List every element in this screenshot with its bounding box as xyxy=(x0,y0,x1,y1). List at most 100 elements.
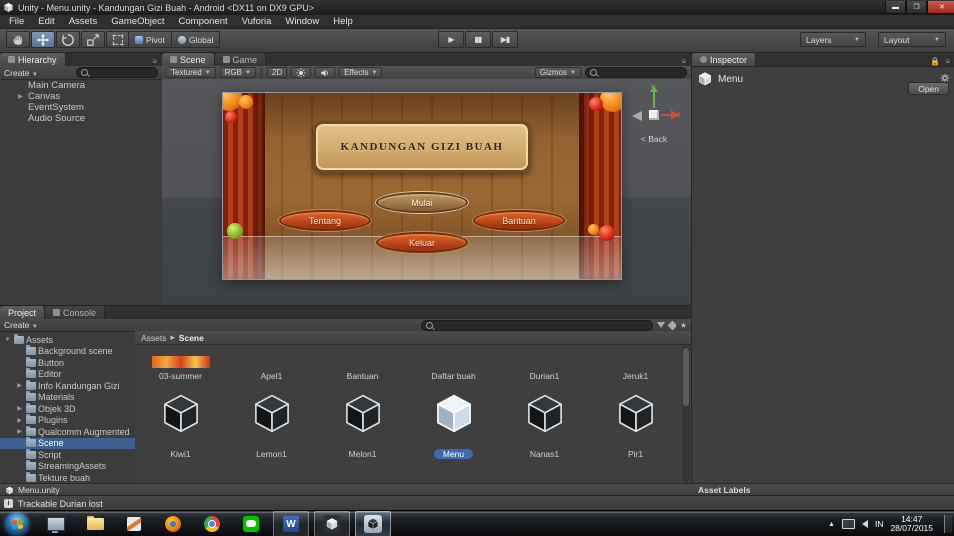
hand-tool-button[interactable] xyxy=(6,31,30,48)
asset-item[interactable]: Bantuan xyxy=(317,345,408,381)
expand-arrow-icon[interactable]: ▶ xyxy=(15,405,24,412)
gizmos-dropdown[interactable]: Gizmos ▼ xyxy=(534,67,581,78)
taskbar-chrome-button[interactable] xyxy=(195,512,229,536)
scene-orientation-gizmo[interactable]: y x < Back xyxy=(624,82,684,150)
tab-hierarchy[interactable]: Hierarchy xyxy=(0,53,66,66)
keluar-button[interactable]: Keluar xyxy=(376,232,468,253)
collapse-arrow-icon[interactable]: ▼ xyxy=(3,337,12,343)
hierarchy-item-main-camera[interactable]: Main Camera xyxy=(0,80,162,91)
x-axis-arrow-icon[interactable] xyxy=(661,110,679,120)
status-bar[interactable]: i Trackable Durian lost xyxy=(0,495,954,511)
2d-toggle-button[interactable]: 2D xyxy=(266,67,288,78)
scene-audio-toggle[interactable] xyxy=(315,67,336,78)
hierarchy-item-audio-source[interactable]: Audio Source xyxy=(0,113,162,124)
minimize-button[interactable]: ▬ xyxy=(885,1,906,14)
asset-item[interactable]: Daftar buah xyxy=(408,345,499,381)
breadcrumb-root[interactable]: Assets xyxy=(141,333,167,343)
pivot-toggle-button[interactable]: Pivot xyxy=(128,31,172,48)
tree-item-assets[interactable]: ▼ Assets xyxy=(0,333,135,346)
view-orientation-label[interactable]: < Back xyxy=(624,134,684,144)
pause-button[interactable]: ▮▮ xyxy=(465,31,491,48)
effects-dropdown[interactable]: Effects ▼ xyxy=(339,67,383,78)
tab-scene[interactable]: Scene xyxy=(162,53,215,66)
menu-vuforia[interactable]: Vuforia xyxy=(235,15,279,28)
menu-window[interactable]: Window xyxy=(278,15,326,28)
language-indicator[interactable]: IN xyxy=(875,519,884,529)
panel-menu-icon[interactable]: ≡ xyxy=(681,57,686,66)
scene-search-input[interactable] xyxy=(585,67,687,78)
asset-item[interactable]: Melon1 xyxy=(317,385,408,475)
tree-item[interactable]: ▶ Plugins xyxy=(0,414,135,427)
vertical-scrollbar[interactable] xyxy=(682,346,690,482)
show-desktop-button[interactable] xyxy=(944,515,952,533)
panel-menu-icon[interactable]: ≡ xyxy=(152,57,157,66)
render-channels-dropdown[interactable]: RGB ▼ xyxy=(219,67,256,78)
gizmo-cube-icon[interactable] xyxy=(649,110,659,120)
taskbar-firefox-button[interactable] xyxy=(156,512,190,536)
taskbar-app-button[interactable] xyxy=(355,511,391,536)
project-search-input[interactable] xyxy=(420,319,653,331)
close-button[interactable]: ✕ xyxy=(927,1,954,14)
tab-console[interactable]: Console xyxy=(45,306,106,319)
expand-arrow-icon[interactable]: ▶ xyxy=(15,382,24,389)
scale-tool-button[interactable] xyxy=(81,31,105,48)
hierarchy-search-input[interactable] xyxy=(76,67,158,78)
volume-tray-icon[interactable] xyxy=(861,520,868,528)
game-canvas-preview[interactable]: KANDUNGAN GIZI BUAH Mulai Tentang Bantua… xyxy=(222,92,622,280)
lock-icon[interactable]: 🔒 xyxy=(930,57,940,66)
tree-item[interactable]: StreamingAssets xyxy=(0,460,135,473)
play-button[interactable]: ▶ xyxy=(438,31,464,48)
asset-item[interactable]: Durian1 xyxy=(499,345,590,381)
asset-item[interactable]: 03-summer xyxy=(135,345,226,381)
tree-item[interactable]: ▶ Qualcomm Augmented xyxy=(0,425,135,438)
hidden-icons-arrow[interactable]: ▲ xyxy=(828,521,835,528)
taskbar-word-button[interactable]: W xyxy=(273,511,309,536)
y-axis-arrow-icon[interactable] xyxy=(650,86,658,108)
asset-item[interactable]: Nanas1 xyxy=(499,385,590,475)
rotate-tool-button[interactable] xyxy=(56,31,80,48)
taskbar-unity-button[interactable] xyxy=(314,511,350,536)
expand-arrow-icon[interactable]: ▶ xyxy=(15,428,24,435)
tree-item[interactable]: Editor xyxy=(0,368,135,381)
global-toggle-button[interactable]: Global xyxy=(171,31,221,48)
taskbar-folder-button[interactable] xyxy=(78,512,112,536)
layout-dropdown[interactable]: Layout ▼ xyxy=(878,32,946,47)
hierarchy-item-eventsystem[interactable]: EventSystem xyxy=(0,102,162,113)
network-tray-icon[interactable] xyxy=(841,519,855,529)
menu-edit[interactable]: Edit xyxy=(31,15,61,28)
z-axis-cone-icon[interactable] xyxy=(632,111,642,121)
open-asset-button[interactable]: Open xyxy=(908,82,949,95)
maximize-button[interactable]: ❐ xyxy=(906,1,927,14)
taskbar-editor-button[interactable] xyxy=(117,512,151,536)
asset-item[interactable]: Kiwi1 xyxy=(135,385,226,475)
menu-component[interactable]: Component xyxy=(172,15,235,28)
expand-arrow-icon[interactable]: ▶ xyxy=(15,417,24,424)
tab-inspector[interactable]: Inspector xyxy=(692,53,757,66)
search-filter-icon[interactable] xyxy=(656,322,665,328)
bantuan-button[interactable]: Bantuan xyxy=(473,210,565,231)
asset-item[interactable]: Apel1 xyxy=(226,345,317,381)
hierarchy-create-button[interactable]: Create ▼ xyxy=(4,68,38,78)
rect-tool-button[interactable] xyxy=(106,31,130,48)
project-create-button[interactable]: Create ▼ xyxy=(4,320,38,330)
menu-help[interactable]: Help xyxy=(326,15,360,28)
tree-item[interactable]: Background scene xyxy=(0,345,135,358)
tree-item[interactable]: ▶ Info Kandungan Gizi xyxy=(0,379,135,392)
tentang-button[interactable]: Tentang xyxy=(279,210,371,231)
asset-item[interactable]: Lemon1 xyxy=(226,385,317,475)
start-button[interactable] xyxy=(5,512,29,536)
tree-item-scene-selected[interactable]: Scene xyxy=(0,437,135,449)
tree-item[interactable]: ▶ Objek 3D xyxy=(0,402,135,415)
taskbar-explorer-button[interactable] xyxy=(39,512,73,536)
tab-project[interactable]: Project xyxy=(0,306,46,319)
asset-item[interactable]: Pir1 xyxy=(590,385,681,475)
menu-assets[interactable]: Assets xyxy=(62,15,105,28)
step-button[interactable]: ▶▮ xyxy=(492,31,518,48)
asset-item[interactable]: Jeruk1 xyxy=(590,345,681,381)
shading-mode-dropdown[interactable]: Textured ▼ xyxy=(166,67,216,78)
expand-arrow-icon[interactable]: ▶ xyxy=(16,93,25,100)
menu-file[interactable]: File xyxy=(2,15,31,28)
favorites-star-icon[interactable]: ★ xyxy=(680,321,687,330)
move-tool-button[interactable] xyxy=(31,31,55,48)
tree-item[interactable]: Button xyxy=(0,356,135,369)
